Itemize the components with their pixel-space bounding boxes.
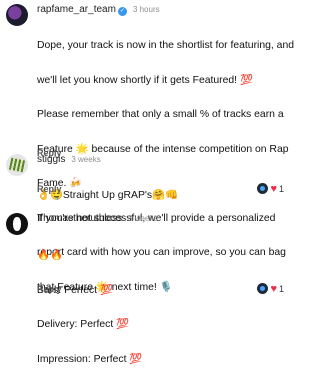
like-count: 1 <box>278 284 284 294</box>
comment-line: Delivery: Perfect 💯 <box>37 319 130 330</box>
comment-line: 👌🤤Straight Up gRAP's🤗👊 <box>37 190 178 201</box>
comment-line: 🔥🔥 <box>37 250 63 261</box>
comment-line: Dope, your track is now in the shortlist… <box>37 40 295 51</box>
heart-icon[interactable]: ♥ <box>270 283 277 295</box>
reactions[interactable]: ♥ 1 <box>257 283 284 295</box>
avatar[interactable] <box>6 213 28 235</box>
comment-age: 3 hours <box>132 5 160 14</box>
reply-button[interactable]: Reply <box>37 184 62 194</box>
reactions[interactable]: ♥ 1 <box>257 183 284 195</box>
username[interactable]: stiggis <box>37 154 65 165</box>
comment-age: 3 weeks <box>128 214 158 223</box>
comment-meta: stiggis 3 weeks <box>37 154 101 165</box>
comment-meta: rapfame_ar_team ✓ 3 hours <box>37 4 160 16</box>
comment-meta: Thomastheruthless 3 weeks <box>37 213 157 224</box>
comment-stiggis: stiggis 3 weeks 👌🤤Straight Up gRAP's🤗👊 Re… <box>0 148 300 208</box>
verified-badge-icon: ✓ <box>117 7 127 16</box>
comment-text: 🔥🔥 Bars: Perfect 💯 Delivery: Perfect 💯 I… <box>37 227 292 388</box>
reply-button[interactable]: Reply <box>37 284 62 294</box>
avatar[interactable] <box>6 4 28 26</box>
reactor-avatar <box>257 283 269 294</box>
reactor-avatar <box>257 183 269 194</box>
comment-line: we'll let you know shortly if it gets Fe… <box>37 74 253 86</box>
comment-thomas: Thomastheruthless 3 weeks 🔥🔥 Bars: Perfec… <box>0 208 300 365</box>
comment-line: Bars: Perfect 💯 <box>37 284 113 296</box>
like-count: 1 <box>278 184 284 194</box>
heart-icon[interactable]: ♥ <box>270 183 277 195</box>
avatar[interactable] <box>6 154 28 176</box>
username[interactable]: Thomastheruthless <box>37 213 122 224</box>
comment-line: Impression: Perfect 💯 <box>37 353 143 365</box>
comment-rapfame: rapfame_ar_team ✓ 3 hours Dope, your track… <box>0 0 300 293</box>
username[interactable]: rapfame_ar_team <box>37 4 116 15</box>
comment-line: Please remember that only a small % of t… <box>37 109 284 120</box>
comment-age: 3 weeks <box>71 155 101 164</box>
